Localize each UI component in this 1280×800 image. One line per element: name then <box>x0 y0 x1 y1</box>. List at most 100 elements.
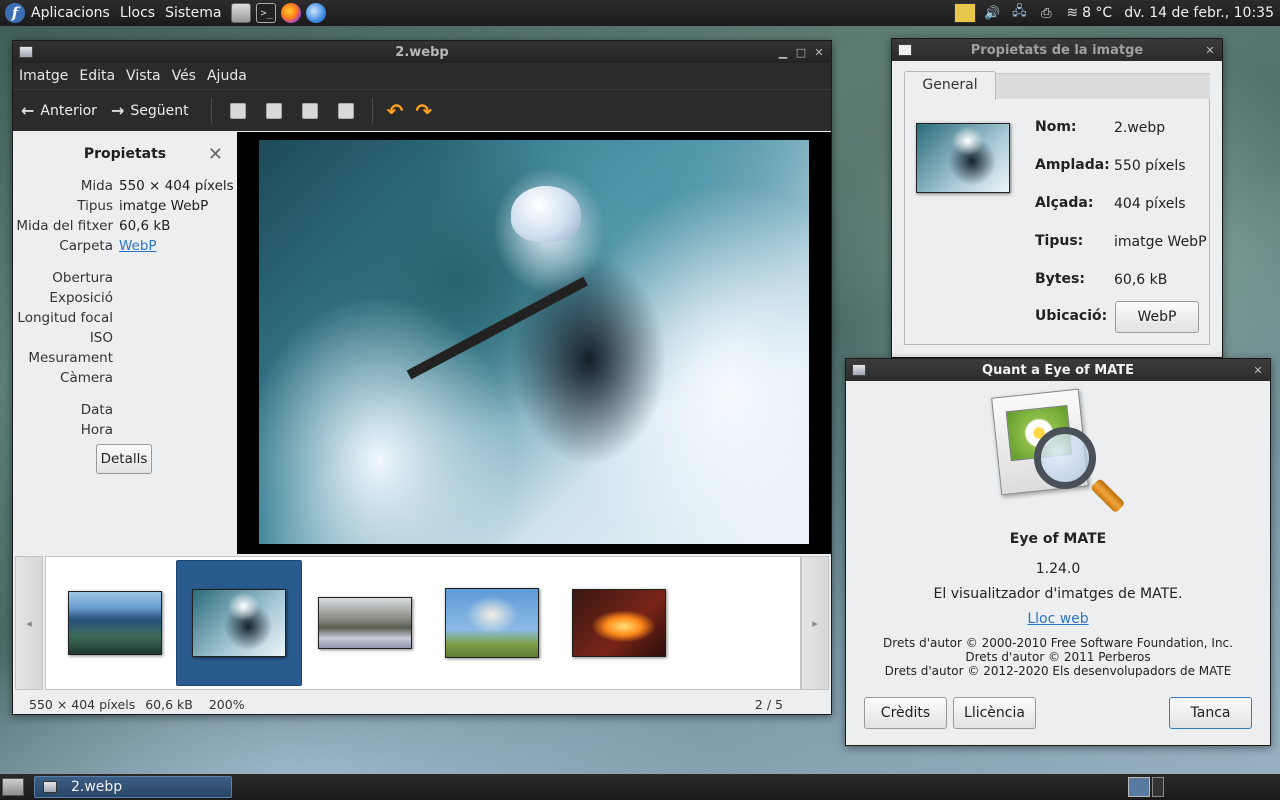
exif-key: Càmera <box>60 370 113 386</box>
firefox-launcher-icon[interactable] <box>281 3 302 23</box>
prop-filesize-row: Mida del fitxer 60,6 kB <box>13 216 237 236</box>
props-titlebar[interactable]: Propietats de la imatge ✕ <box>892 39 1222 61</box>
image-view[interactable] <box>237 132 831 554</box>
location-button[interactable]: WebP <box>1115 301 1199 333</box>
rotate-right-icon[interactable]: ↷ <box>415 99 432 123</box>
app-version: 1.24.0 <box>1035 561 1081 577</box>
volume-icon[interactable]: 🔊 <box>981 3 1003 23</box>
menu-places[interactable]: Llocs <box>120 5 155 21</box>
field-name-label: Nom: <box>1035 119 1077 135</box>
exif-row: Càmera <box>13 368 237 388</box>
window-app-icon[interactable] <box>19 46 33 58</box>
folder-link[interactable]: WebP <box>119 238 157 254</box>
fedora-logo-icon[interactable]: f <box>5 3 25 23</box>
field-bytes-label: Bytes: <box>1035 271 1085 287</box>
workspace-2[interactable] <box>1152 777 1164 797</box>
zoom-normal-icon[interactable] <box>301 102 318 119</box>
menu-view[interactable]: Vista <box>126 68 161 84</box>
prop-type-row: Tipus imatge WebP <box>13 196 237 216</box>
thumbnail-2-selected[interactable] <box>176 560 302 686</box>
magnifier-lens <box>1034 427 1096 489</box>
menu-help[interactable]: Ajuda <box>207 68 247 84</box>
app-description: El visualitzador d'imatges de MATE. <box>933 586 1183 602</box>
bottom-panel: 2.webp <box>0 774 1280 800</box>
workspace-1[interactable] <box>1128 777 1150 797</box>
credits-button[interactable]: Crèdits <box>864 697 947 729</box>
thumbnail-3[interactable] <box>302 560 428 686</box>
zoom-fit-icon[interactable] <box>337 102 354 119</box>
close-button[interactable]: Tanca <box>1169 697 1252 729</box>
file-manager-launcher-icon[interactable] <box>231 3 252 23</box>
window-app-icon <box>43 781 57 793</box>
about-titlebar[interactable]: Quant a Eye of MATE ✕ <box>846 359 1270 381</box>
minimize-icon[interactable]: ▁ <box>777 45 789 59</box>
photo-paddle <box>406 276 588 380</box>
details-button[interactable]: Detalls <box>96 444 152 474</box>
arrow-left-icon: ← <box>21 101 35 120</box>
close-icon[interactable]: ✕ <box>813 45 825 59</box>
close-icon[interactable]: ✕ <box>1252 363 1264 377</box>
close-icon[interactable]: ✕ <box>1204 43 1216 57</box>
menu-system[interactable]: Sistema <box>165 5 221 21</box>
taskbar-button[interactable]: 2.webp <box>34 776 232 798</box>
close-sidebar-icon[interactable]: ✕ <box>208 144 223 165</box>
menu-applications[interactable]: Aplicacions <box>31 5 110 21</box>
license-button[interactable]: Llicència <box>953 697 1036 729</box>
viewer-titlebar[interactable]: 2.webp ▁ □ ✕ <box>13 41 831 63</box>
thumbnail-image <box>572 589 666 657</box>
eye-of-mate-logo-icon <box>991 388 1126 521</box>
scroll-left-icon[interactable]: ◂ <box>15 556 43 690</box>
prop-key: Tipus <box>77 198 113 214</box>
next-label: Següent <box>130 102 189 119</box>
network-icon[interactable]: 🖧 <box>1008 3 1030 23</box>
system-tray: 🔊 🖧 ⎙ ≋ 8 °C dv. 14 de febr., 10:35 <box>954 0 1280 26</box>
props-title: Propietats de la imatge <box>970 42 1144 58</box>
time-key: Hora <box>80 422 113 438</box>
about-dialog: Quant a Eye of MATE ✕ Eye of MATE 1.24.0… <box>845 358 1271 746</box>
thumbnail-5[interactable] <box>556 560 682 686</box>
arrow-right-icon: → <box>110 101 125 120</box>
thumbnail-track <box>45 556 801 690</box>
zoom-in-icon[interactable] <box>229 102 246 119</box>
field-height-value: 404 píxels <box>1114 196 1186 212</box>
workspace-switcher <box>1128 777 1164 797</box>
window-title: 2.webp <box>395 44 449 60</box>
weather-applet[interactable]: ≋ 8 °C <box>1066 5 1112 21</box>
window-app-icon[interactable] <box>852 364 866 376</box>
prop-value: 60,6 kB <box>119 218 171 234</box>
clock[interactable]: dv. 14 de febr., 10:35 <box>1124 5 1274 21</box>
tab-general[interactable]: General <box>904 71 996 100</box>
zoom-out-icon[interactable] <box>265 102 282 119</box>
menu-image[interactable]: Imatge <box>19 68 68 84</box>
thumbnail-4[interactable] <box>429 560 555 686</box>
website-link[interactable]: Lloc web <box>846 611 1270 627</box>
copyright-line: Drets d'autor © 2012-2020 Els desenvolup… <box>884 664 1232 678</box>
status-image-size: 550 × 404 píxels <box>29 696 136 712</box>
printer-icon[interactable]: ⎙ <box>1035 3 1057 23</box>
display-settings-icon[interactable] <box>954 3 977 23</box>
thumbnail-1[interactable] <box>52 560 178 686</box>
document-icon[interactable] <box>898 44 912 56</box>
field-location-label: Ubicació: <box>1035 308 1108 324</box>
copyright-line: Drets d'autor © 2000-2010 Free Software … <box>883 636 1233 650</box>
scroll-right-icon[interactable]: ▸ <box>801 556 829 690</box>
toolbar-separator <box>210 97 212 124</box>
exif-row: Exposició <box>13 288 237 308</box>
exif-key: Obertura <box>52 270 113 286</box>
mail-launcher-icon[interactable] <box>306 3 327 23</box>
previous-label: Anterior <box>40 102 97 119</box>
status-file-size: 60,6 kB <box>145 696 193 712</box>
copyright-line: Drets d'autor © 2011 Perberos <box>965 650 1151 664</box>
menubar: Imatge Edita Vista Vés Ajuda <box>13 63 831 89</box>
menu-go[interactable]: Vés <box>172 68 196 84</box>
previous-button[interactable]: ← Anterior <box>21 101 97 120</box>
next-button[interactable]: → Següent <box>111 101 189 120</box>
menu-edit[interactable]: Edita <box>79 68 115 84</box>
terminal-launcher-icon[interactable]: >_ <box>256 3 277 23</box>
rotate-left-icon[interactable]: ↶ <box>387 99 404 123</box>
prop-value: imatge WebP <box>119 198 209 214</box>
show-desktop-icon[interactable] <box>2 778 24 796</box>
date-key: Data <box>80 402 113 418</box>
maximize-icon[interactable]: □ <box>795 45 807 59</box>
statusbar: 550 × 404 píxels 60,6 kB 200% 2 / 5 <box>13 694 831 714</box>
